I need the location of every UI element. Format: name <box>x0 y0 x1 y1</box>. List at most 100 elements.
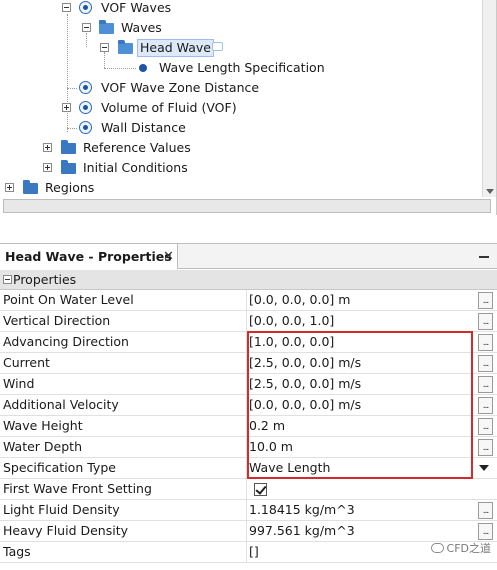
property-name: First Wave Front Setting <box>3 481 152 496</box>
property-value[interactable]: 1.18415 kg/m^3 <box>249 500 477 520</box>
model-node-icon <box>79 1 92 14</box>
property-row-vertical-direction[interactable]: Vertical Direction [0.0, 0.0, 1.0] ... <box>0 311 497 332</box>
tab-head-wave-properties[interactable]: Head Wave - Properties <box>0 244 178 269</box>
properties-section-header[interactable]: Properties <box>0 270 497 290</box>
comment-icon <box>212 42 223 51</box>
minimize-icon[interactable] <box>479 256 489 258</box>
column-divider <box>246 500 247 521</box>
tree-vertical-scrollbar[interactable] <box>482 0 496 197</box>
column-divider <box>246 311 247 332</box>
collapse-icon[interactable] <box>82 23 91 32</box>
property-name: Wave Height <box>3 418 83 433</box>
property-row-additional-velocity[interactable]: Additional Velocity [0.0, 0.0, 0.0] m/s … <box>0 395 497 416</box>
tree-item-wall-distance[interactable]: Wall Distance <box>0 118 480 138</box>
dropdown-arrow-icon[interactable] <box>479 465 489 471</box>
property-name: Advancing Direction <box>3 334 129 349</box>
expand-icon[interactable] <box>5 183 14 192</box>
tree-item-label: Regions <box>45 180 95 195</box>
wechat-icon <box>430 543 444 553</box>
tree-item-wave-length-specification[interactable]: Wave Length Specification <box>0 58 480 78</box>
watermark: CFD之道 <box>430 541 491 557</box>
ellipsis-button[interactable]: ... <box>478 292 493 309</box>
collapse-icon[interactable] <box>100 43 109 52</box>
tree-item-vof-waves[interactable]: VOF Waves <box>0 0 480 18</box>
column-divider <box>246 521 247 542</box>
ellipsis-button[interactable]: ... <box>478 313 493 330</box>
tree-item-label: Reference Values <box>83 140 191 155</box>
tree-item-label: Volume of Fluid (VOF) <box>101 100 237 115</box>
tree-item-regions[interactable]: Regions <box>0 178 480 198</box>
collapse-icon[interactable] <box>62 3 71 12</box>
property-name: Point On Water Level <box>3 292 134 307</box>
ellipsis-button[interactable]: ... <box>478 334 493 351</box>
property-value[interactable]: [1.0, 0.0, 0.0] <box>249 332 477 352</box>
ellipsis-button[interactable]: ... <box>478 439 493 456</box>
property-row-current[interactable]: Current [2.5, 0.0, 0.0] m/s ... <box>0 353 497 374</box>
tree-item-waves[interactable]: Waves <box>0 18 480 38</box>
column-divider <box>246 416 247 437</box>
tree-item-initial-conditions[interactable]: Initial Conditions <box>0 158 480 178</box>
section-title: Properties <box>13 272 77 287</box>
property-row-tags[interactable]: Tags [] <box>0 542 497 563</box>
property-value[interactable]: 10.0 m <box>249 437 477 457</box>
property-name: Light Fluid Density <box>3 502 120 517</box>
property-value[interactable]: [2.5, 0.0, 0.0] m/s <box>249 374 477 394</box>
property-row-advancing-direction[interactable]: Advancing Direction [1.0, 0.0, 0.0] ... <box>0 332 497 353</box>
property-row-wave-height[interactable]: Wave Height 0.2 m ... <box>0 416 497 437</box>
property-row-first-wave-front-setting[interactable]: First Wave Front Setting <box>0 479 497 500</box>
ellipsis-button[interactable]: ... <box>478 355 493 372</box>
properties-tab-bar: Head Wave - Properties ✕ <box>0 243 497 269</box>
model-node-icon <box>79 101 92 114</box>
tree-item-label: Initial Conditions <box>83 160 188 175</box>
tree-item-reference-values[interactable]: Reference Values <box>0 138 480 158</box>
property-row-point-on-water-level[interactable]: Point On Water Level [0.0, 0.0, 0.0] m .… <box>0 290 497 311</box>
column-divider <box>246 542 247 563</box>
property-name: Wind <box>3 376 35 391</box>
first-wave-front-checkbox[interactable] <box>254 483 267 496</box>
tree-panel-footer <box>0 215 497 240</box>
property-name: Specification Type <box>3 460 116 475</box>
folder-open-icon <box>118 40 133 54</box>
specification-type-select[interactable]: Wave Length <box>249 458 477 478</box>
ellipsis-button[interactable]: ... <box>478 418 493 435</box>
model-node-icon <box>79 121 92 134</box>
expand-icon[interactable] <box>43 163 52 172</box>
property-value[interactable]: [0.0, 0.0, 0.0] m <box>249 290 477 310</box>
ellipsis-button[interactable]: ... <box>478 376 493 393</box>
tree-item-label: VOF Waves <box>101 0 172 15</box>
expand-icon[interactable] <box>62 103 71 112</box>
model-node-icon <box>79 81 92 94</box>
property-value[interactable]: 0.2 m <box>249 416 477 436</box>
column-divider <box>246 374 247 395</box>
property-node-icon <box>139 64 147 72</box>
property-row-heavy-fluid-density[interactable]: Heavy Fluid Density 997.561 kg/m^3 ... <box>0 521 497 542</box>
property-row-wind[interactable]: Wind [2.5, 0.0, 0.0] m/s ... <box>0 374 497 395</box>
property-name: Vertical Direction <box>3 313 111 328</box>
expand-icon[interactable] <box>43 143 52 152</box>
tree-horizontal-scrollbar[interactable] <box>3 199 491 213</box>
column-divider <box>246 395 247 416</box>
property-value[interactable]: [0.0, 0.0, 0.0] m/s <box>249 395 477 415</box>
close-icon[interactable]: ✕ <box>163 244 174 269</box>
column-divider <box>246 353 247 374</box>
property-value[interactable]: [0.0, 0.0, 1.0] <box>249 311 477 331</box>
tree-item-label: Wave Length Specification <box>159 60 325 75</box>
collapse-icon[interactable] <box>3 275 12 284</box>
tree-item-vof-wave-zone-distance[interactable]: VOF Wave Zone Distance <box>0 78 480 98</box>
property-row-light-fluid-density[interactable]: Light Fluid Density 1.18415 kg/m^3 ... <box>0 500 497 521</box>
tree-item-volume-of-fluid[interactable]: Volume of Fluid (VOF) <box>0 98 480 118</box>
folder-icon <box>23 180 38 194</box>
ellipsis-button[interactable]: ... <box>478 523 493 540</box>
tree-item-head-wave[interactable]: Head Wave <box>0 38 480 58</box>
property-row-specification-type[interactable]: Specification Type Wave Length <box>0 458 497 479</box>
ellipsis-button[interactable]: ... <box>478 502 493 519</box>
property-name: Additional Velocity <box>3 397 119 412</box>
column-divider <box>246 458 247 479</box>
property-name: Water Depth <box>3 439 82 454</box>
ellipsis-button[interactable]: ... <box>478 397 493 414</box>
property-value[interactable]: [2.5, 0.0, 0.0] m/s <box>249 353 477 373</box>
property-row-water-depth[interactable]: Water Depth 10.0 m ... <box>0 437 497 458</box>
column-divider <box>246 437 247 458</box>
property-value[interactable]: 997.561 kg/m^3 <box>249 521 477 541</box>
scroll-down-arrow-icon[interactable] <box>486 189 494 194</box>
